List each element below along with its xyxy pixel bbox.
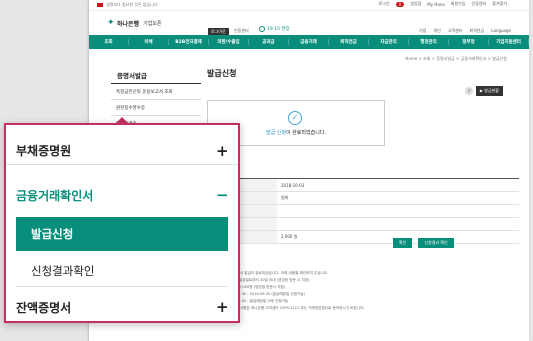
bank-logo[interactable]: ✦ 하나은행 기업오픈 [107,18,162,29]
nav-item-transfer[interactable]: 이체 [129,39,169,45]
header-link-language[interactable]: Language [491,28,511,34]
page-title: 발급신청 [207,69,237,78]
cert-center-link[interactable]: 인증센터 [234,28,249,34]
session-timer-text: 19:15 연장 [267,27,290,32]
notice-line: 4. 2016.06.30 : 발급예정일 이후 신청가능 [221,299,289,303]
detail-table: 2018-10-03 원화 2,000 원 [207,178,519,244]
notice-line: 1. 발급일 : 발급일로부터 30일 이내 (영업점 방문 시 지참) [221,278,310,282]
session-timer[interactable]: 19:15 연장 [259,26,290,32]
side-menu-item[interactable]: 특정금전신탁 운용보고서 조회 [111,84,201,100]
nav-item-fx[interactable]: 외환/수출입 [209,39,249,45]
table-row: 2,000 원 [207,231,519,244]
check-result-button[interactable]: 신청결과 확인 [418,238,454,248]
menu-item-debt-certificate[interactable]: 부채증명원 + [6,137,238,165]
notice-line: 2. 수수료 : 2,000원 (영업점 방문시 지참) [221,285,286,289]
flag-icon [97,3,103,7]
menu-item-label: 금융거래확인서 [16,188,94,203]
header-link-customer-center[interactable]: 고객센터 [448,28,463,34]
logo-icon: ✦ [107,18,115,28]
table-row: 2018-10-03 [207,179,519,192]
issue-status-button[interactable]: ▶ 발급현황 [475,86,503,96]
nav-item-admin[interactable]: 행정관리 [409,39,449,45]
clock-icon [259,26,265,32]
nav-item-utilities[interactable]: 공과금 [249,39,289,45]
table-cell: 2,000 원 [281,234,298,239]
plus-icon: + [216,298,229,316]
table-cell [277,205,281,217]
nav-item-finance[interactable]: 금융거래 [289,39,329,45]
nav-item-pension[interactable]: 퇴직연금 [329,39,369,45]
notice-list: 고객님, 증명서 발급이 완료되었습니다. 아래 내용을 확인하여 주십시오. … [221,270,521,312]
notice-line: 3. 2016.06.30 : 2016.06.30 (발급예정일 신청가능) [221,292,306,296]
notice-text: 생명보다 중요한 것은 없습니다 [106,2,158,7]
nav-item-inquiry[interactable]: 조회 [89,39,129,45]
notice-line: 5. 기타 문의사항은 하나은행 고객센터 1599-1111 또는 거래영업점… [221,306,365,310]
nav-item-gov[interactable]: 정부정 [449,39,489,45]
table-row: 원화 [207,192,519,205]
header-links: 기업 개인 고객센터 퇴직연금 Language [419,28,511,34]
lnb-title: 증명서발급 [117,72,147,80]
plus-icon: + [216,141,229,160]
table-cell [277,218,281,230]
nav-item-funds[interactable]: 자금관리 [369,39,409,45]
notice-line: 고객님, 증명서 발급이 완료되었습니다. 아래 내용을 확인하여 주십시오. [221,271,329,275]
table-cell: 원화 [281,195,289,200]
logo-sub: 기업오픈 [143,21,162,27]
submenu-item-check-result[interactable]: 신청결과확인 [16,256,228,287]
nav-item-support[interactable]: 기업지원센터 [489,39,529,45]
action-buttons: 확인 신청결과 확인 [393,238,454,248]
site-header: ✦ 하나은행 기업오픈 로그아웃 인증센터 19:15 연장 기업 개인 고객센… [89,11,529,36]
help-icon[interactable]: ? [464,87,473,95]
top-cert-link[interactable]: 인증센터 [472,1,487,7]
top-utility-links: 로그인 0 영업점 My Hana 회원가입 인증센터 즐겨찾기 [379,1,507,7]
top-login-link[interactable]: 로그인 [379,1,390,7]
table-row [207,218,519,231]
header-link-personal[interactable]: 개인 [433,28,440,34]
menu-item-label: 잔액증명서 [16,300,72,315]
top-favorites-link[interactable]: 즐겨찾기 [492,1,507,7]
side-menu-item[interactable]: 원천징수영수증 [111,100,201,116]
breadcrumb: Home > 조회 > 증명서발급 > 금융거래확인서 > 발급신청 [405,56,507,61]
menu-item-balance-certificate[interactable]: 잔액증명서 + [6,293,238,321]
notification-badge[interactable]: 0 [395,1,405,7]
check-circle-icon: ✓ [288,111,302,125]
confirm-button[interactable]: 확인 [393,238,413,248]
header-link-pension[interactable]: 퇴직연금 [470,28,485,34]
header-link-corporate[interactable]: 기업 [419,28,426,34]
table-row [207,205,519,218]
logo-name: 하나은행 [117,21,140,28]
top-branch-link[interactable]: 영업점 [410,1,421,7]
main-nav: 조회 이체 B2B전자결제 외환/수출입 공과금 금융거래 퇴직연금 자금관리 … [89,35,529,49]
table-cell: 2018-10-03 [281,182,305,188]
completion-highlight: 발급 신청 [266,130,286,136]
top-signup-link[interactable]: 회원가입 [451,1,466,7]
top-myhana-link[interactable]: My Hana [427,2,445,7]
menu-item-label: 부채증명원 [16,144,72,158]
submenu-item-apply-issuance[interactable]: 발급신청 [16,217,228,251]
nav-item-b2b[interactable]: B2B전자결제 [169,39,209,45]
menu-item-financial-transaction-certificate[interactable]: 금융거래확인서 − [6,181,238,209]
zoomed-side-menu: 부채증명원 + 금융거래확인서 − 발급신청 신청결과확인 잔액증명서 + [4,123,240,323]
minus-icon: − [216,186,229,204]
completion-rest: 이 완료되었습니다. [286,130,326,136]
page-actions: ? ▶ 발급현황 [464,86,503,96]
